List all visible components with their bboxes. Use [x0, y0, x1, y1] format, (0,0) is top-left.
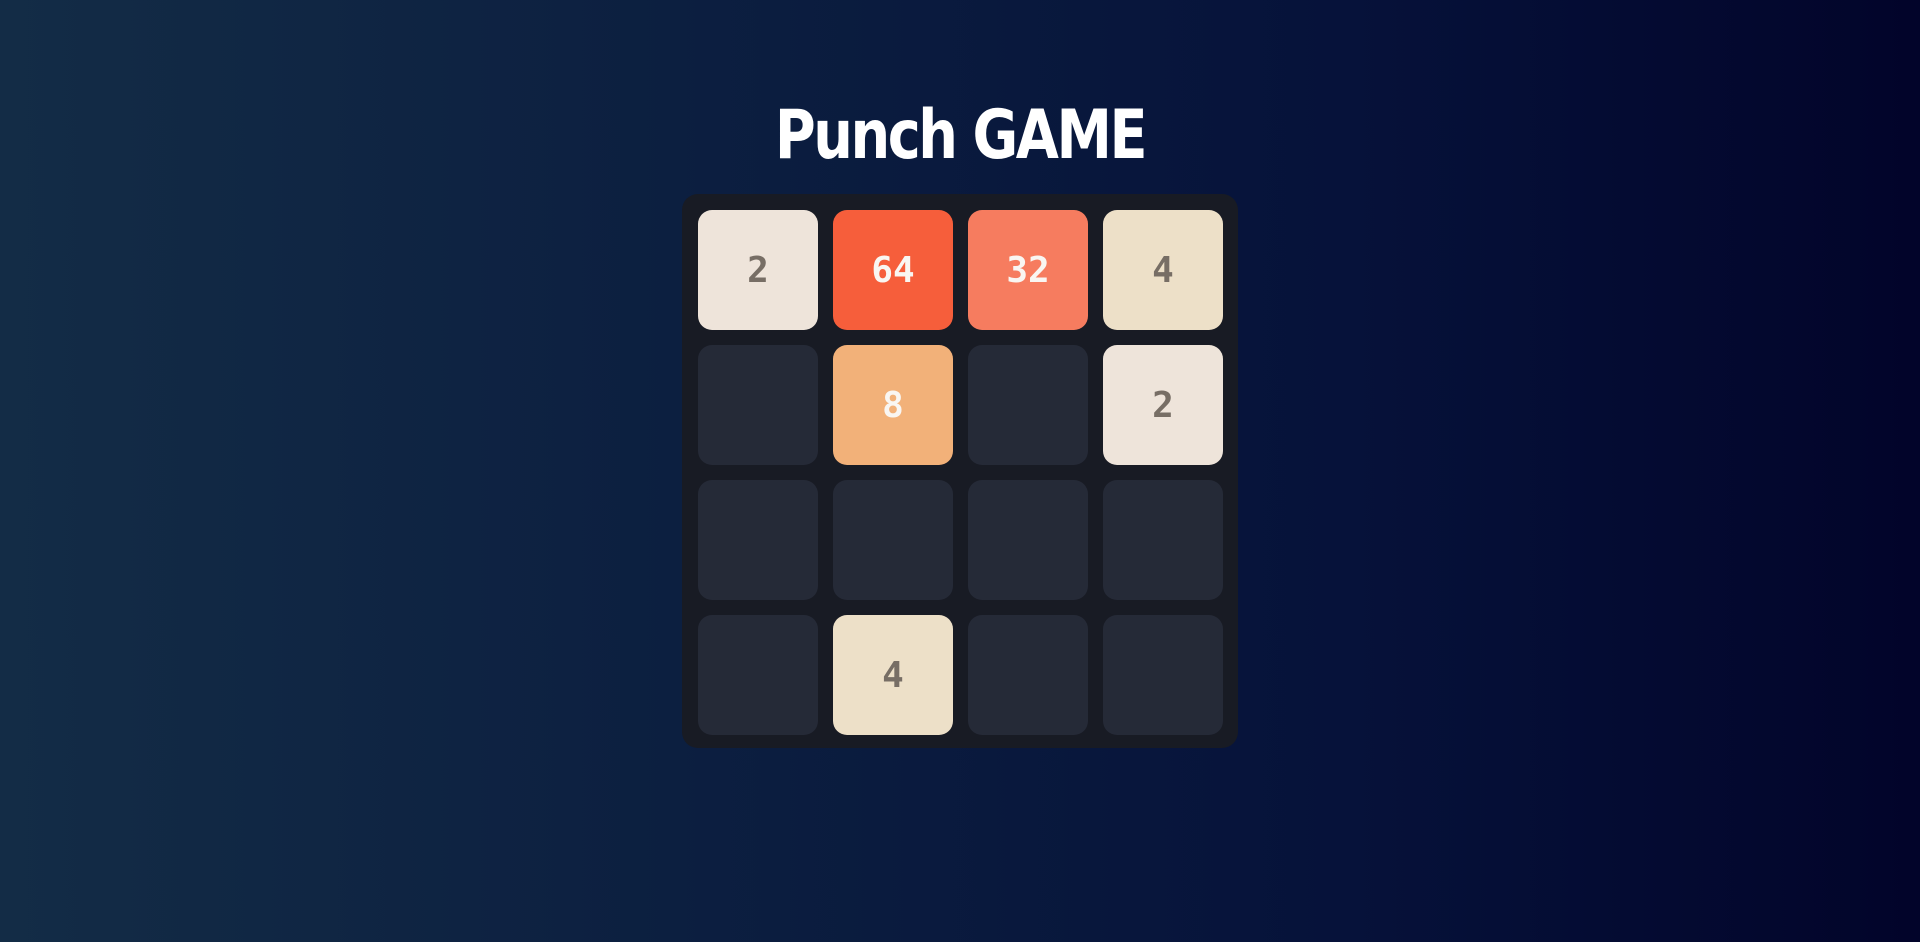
tile-r2-c1 — [698, 345, 818, 465]
tile-r4-c4 — [1103, 615, 1223, 735]
tile-r3-c2 — [833, 480, 953, 600]
tile-r4-c3 — [968, 615, 1088, 735]
tile-r2-c4: 2 — [1103, 345, 1223, 465]
tile-r3-c1 — [698, 480, 818, 600]
tile-r3-c4 — [1103, 480, 1223, 600]
tile-r1-c1: 2 — [698, 210, 818, 330]
tile-r2-c2: 8 — [833, 345, 953, 465]
tile-r1-c2: 64 — [833, 210, 953, 330]
tile-r4-c1 — [698, 615, 818, 735]
tile-r4-c2: 4 — [833, 615, 953, 735]
game-title: Punch GAME — [774, 96, 1148, 175]
tile-r3-c3 — [968, 480, 1088, 600]
tile-r1-c3: 32 — [968, 210, 1088, 330]
tile-r2-c3 — [968, 345, 1088, 465]
tile-r1-c4: 4 — [1103, 210, 1223, 330]
game-board: 2 64 32 4 8 2 4 — [682, 194, 1238, 748]
